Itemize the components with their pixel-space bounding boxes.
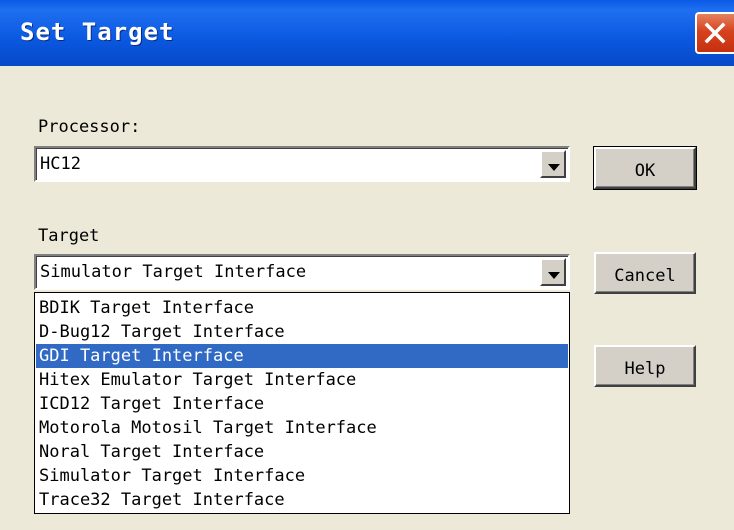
target-option-hitex-emulator[interactable]: Hitex Emulator Target Interface — [36, 368, 568, 392]
close-button[interactable] — [695, 12, 734, 54]
ok-button-label: OK — [634, 161, 656, 181]
help-button-label: Help — [624, 359, 666, 379]
target-combobox[interactable]: Simulator Target Interface — [34, 254, 570, 290]
target-option-d-bug12[interactable]: D-Bug12 Target Interface — [36, 320, 568, 344]
chevron-down-icon — [548, 164, 560, 171]
target-option-gdi[interactable]: GDI Target Interface — [36, 344, 568, 368]
title-bar[interactable]: Set Target — [0, 0, 734, 66]
ok-button[interactable]: OK — [593, 146, 697, 190]
processor-value: HC12 — [40, 154, 81, 174]
help-button[interactable]: Help — [594, 345, 696, 387]
close-icon — [704, 22, 726, 44]
target-option-bdik[interactable]: BDIK Target Interface — [36, 296, 568, 320]
chevron-down-icon — [548, 272, 560, 279]
processor-label: Processor: — [38, 117, 141, 137]
target-dropdown-button[interactable] — [540, 258, 566, 286]
processor-combobox[interactable]: HC12 — [34, 146, 570, 182]
cancel-button[interactable]: Cancel — [594, 252, 696, 294]
cancel-button-label: Cancel — [614, 266, 676, 286]
processor-dropdown-button[interactable] — [540, 150, 566, 178]
target-option-motorola-motosil[interactable]: Motorola Motosil Target Interface — [36, 416, 568, 440]
target-option-noral[interactable]: Noral Target Interface — [36, 440, 568, 464]
target-option-icd12[interactable]: ICD12 Target Interface — [36, 392, 568, 416]
target-option-simulator[interactable]: Simulator Target Interface — [36, 464, 568, 488]
dialog-title: Set Target — [20, 18, 175, 46]
target-label: Target — [38, 226, 100, 246]
target-value: Simulator Target Interface — [40, 262, 307, 282]
target-dropdown-list[interactable]: BDIK Target Interface D-Bug12 Target Int… — [34, 292, 570, 514]
target-option-trace32[interactable]: Trace32 Target Interface — [36, 488, 568, 512]
